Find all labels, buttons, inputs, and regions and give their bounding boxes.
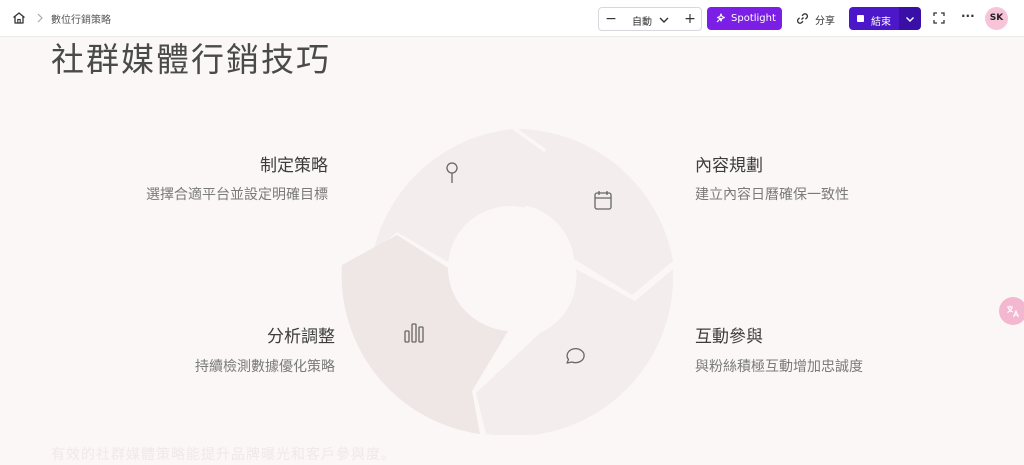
zoom-out-button[interactable]: − — [602, 10, 620, 28]
home-icon[interactable] — [11, 10, 27, 26]
zoom-level-label[interactable]: 自動 — [632, 13, 652, 28]
slide-footer-text: 有效的社群媒體策略能提升品牌曝光和客戶參與度。 — [51, 447, 396, 463]
step-title-content: 內容規劃 — [695, 156, 763, 176]
step-title-engage: 互動參與 — [695, 327, 763, 347]
end-options-dropdown[interactable] — [899, 7, 921, 30]
translate-button[interactable] — [999, 297, 1024, 325]
step-desc-analyze: 持續檢測數據優化策略 — [195, 359, 335, 375]
spotlight-label: Spotlight — [731, 13, 776, 24]
chevron-down-icon — [906, 17, 914, 22]
step-title-strategy: 制定策略 — [260, 156, 328, 176]
zoom-in-button[interactable]: + — [681, 10, 699, 28]
user-avatar[interactable]: SK — [985, 7, 1008, 30]
chevron-right-icon — [37, 13, 43, 23]
chevron-down-icon[interactable] — [658, 14, 670, 26]
step-desc-content: 建立內容日曆確保一致性 — [695, 187, 849, 203]
spotlight-button[interactable]: Spotlight — [707, 7, 782, 30]
share-button[interactable]: 分享 — [794, 9, 838, 27]
share-label: 分享 — [815, 16, 835, 27]
cycle-center — [448, 206, 572, 330]
end-presentation-button[interactable]: 結束 — [849, 7, 899, 30]
step-desc-strategy: 選擇合適平台並設定明確目標 — [146, 187, 328, 203]
link-icon — [797, 13, 808, 24]
spotlight-icon — [716, 13, 726, 23]
slide-title: 社群媒體行銷技巧 — [51, 40, 331, 79]
stop-icon — [857, 15, 864, 22]
zoom-control: − 自動 + — [598, 7, 702, 31]
top-toolbar: 數位行銷策略 − 自動 + Spotlight 分享 結束 ··· SK — [0, 0, 1024, 37]
cycle-diagram — [341, 129, 674, 435]
step-title-analyze: 分析調整 — [267, 327, 335, 347]
fullscreen-icon[interactable] — [933, 12, 945, 24]
more-options-icon[interactable]: ··· — [961, 10, 975, 24]
translate-icon — [1007, 305, 1020, 318]
end-label: 結束 — [871, 17, 891, 28]
breadcrumb-current[interactable]: 數位行銷策略 — [51, 11, 111, 26]
step-desc-engage: 與粉絲積極互動增加忠誠度 — [695, 359, 863, 375]
